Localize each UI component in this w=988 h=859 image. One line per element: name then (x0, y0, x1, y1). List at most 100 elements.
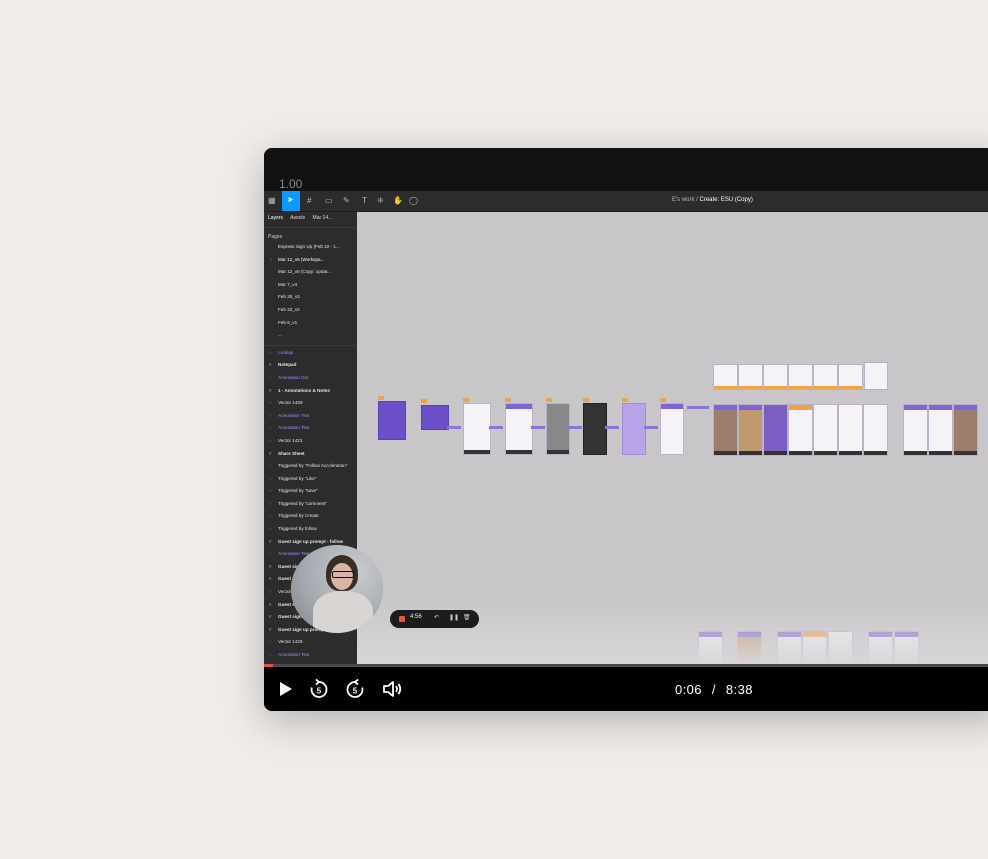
frame-thumbnail (738, 364, 763, 390)
volume-icon[interactable] (381, 678, 403, 700)
page-item[interactable]: Express Sign Up (Feb 22 - 1... (264, 242, 357, 255)
frame-thumbnail (463, 403, 491, 455)
page-item[interactable]: ... (264, 330, 357, 343)
layer-item-label: Guest sign up prompt - follow (278, 538, 344, 544)
pages-list: Express Sign Up (Feb 22 - 1... ✓ Mar 12_v5… (264, 242, 357, 343)
frame-thumbnail (864, 362, 888, 390)
stop-recording-icon[interactable] (399, 616, 405, 622)
time-separator: / (711, 682, 716, 697)
layer-type-icon: # (269, 563, 272, 569)
layer-type-icon: # (269, 614, 272, 620)
layer-item-label: Triggered by "comment" (278, 500, 328, 506)
layer-item[interactable]: ○ Triggered by Create (264, 511, 357, 524)
layer-item-label: Triggered by Create (278, 513, 319, 519)
team-name: E's work (672, 197, 695, 203)
layer-item-label: Annotation Text (278, 425, 310, 431)
flow-connector (447, 426, 461, 429)
recording-controls[interactable]: 4:56 ↶ ❚❚ 🗑 (390, 610, 479, 628)
layer-item-label: Triggered by follow (278, 526, 317, 532)
layer-item[interactable]: ○ Vector 1421 (264, 436, 357, 449)
page-item[interactable]: ✓ Mar 12_v5 (Workspa... (264, 255, 357, 268)
layer-item-label: Vector 1421 (278, 437, 303, 443)
pause-icon[interactable]: ❚❚ (449, 614, 459, 621)
page-item[interactable]: Mar 12_v5 (Copy: updat... (264, 267, 357, 280)
canvas-fade (357, 596, 988, 666)
frame-thumbnail (763, 364, 788, 390)
hand-tool-icon: ✋ (393, 196, 403, 205)
play-icon[interactable] (274, 678, 296, 700)
frame-thumbnail (421, 405, 449, 430)
playback-speed: 1.00 (279, 177, 303, 191)
page-item-label: Feb 22_v2 (278, 306, 300, 312)
layer-item[interactable]: ○ Annotation Text (264, 411, 357, 424)
layer-item-label: Annotation Dot (278, 374, 309, 380)
frame-thumbnail (863, 404, 888, 456)
frame-thumbnail (622, 403, 646, 455)
webcam-bubble[interactable] (291, 545, 383, 633)
sidebar-tabs: Layers Assets Mar 14... (264, 212, 357, 228)
frame-thumbnail (660, 403, 684, 455)
restart-icon[interactable]: ↶ (434, 614, 439, 621)
layer-type-icon: ○ (269, 374, 272, 380)
file-name: Create: ESU (Copy) (699, 197, 753, 203)
layer-item-label: Notepad (278, 362, 297, 368)
layer-item[interactable]: ○ Triggered by "Follow Acccleration" (264, 461, 357, 474)
layer-type-icon: ○ (269, 463, 272, 469)
page-item[interactable]: Feb 6_v1 (264, 318, 357, 331)
layer-item[interactable]: ○ Vector 1429 (264, 398, 357, 411)
layer-item[interactable]: ○ Annotation Text (264, 423, 357, 436)
layer-item[interactable]: ○ Triggered by "save" (264, 486, 357, 499)
page-item[interactable]: Mar 7_v4 (264, 280, 357, 293)
layer-type-icon: # (269, 450, 272, 456)
layer-item[interactable]: ○ Triggered by "Like" (264, 474, 357, 487)
rewind-5-icon[interactable]: 5 (308, 678, 330, 700)
trash-icon[interactable]: 🗑 (463, 614, 471, 621)
frame-thumbnail (813, 364, 838, 390)
layer-type-icon: ○ (269, 526, 272, 532)
svg-text:5: 5 (353, 687, 358, 696)
status-badge (622, 398, 628, 402)
frame-thumbnail (713, 364, 738, 390)
video-player[interactable]: 1.00 ▦ ➤ # ▭ ✎ T ⁜ ✋ ◯ E's work / Create… (264, 148, 988, 711)
layer-type-icon: ○ (269, 412, 272, 418)
comment-tool-icon: ◯ (409, 196, 418, 205)
layer-type-icon: # (269, 362, 272, 368)
svg-text:5: 5 (317, 687, 322, 696)
page-item[interactable]: Feb 22_v2 (264, 305, 357, 318)
layer-item[interactable]: # Notepad (264, 360, 357, 373)
frame-thumbnail (903, 404, 928, 456)
layer-type-icon: ○ (269, 551, 272, 557)
page-item[interactable]: Feb 28_v3 (264, 292, 357, 305)
layer-type-icon: ○ (269, 589, 272, 595)
layer-item[interactable]: ○ Annotation Dot (264, 373, 357, 386)
frame-thumbnail (763, 404, 788, 456)
layer-type-icon: ○ (269, 425, 272, 431)
tab-page: Mar 14... (312, 215, 333, 221)
layer-item[interactable]: ○ Lookup (264, 348, 357, 361)
layer-type-icon: ○ (269, 639, 272, 645)
layer-item[interactable]: ○ Vector 1426 (264, 637, 357, 650)
layer-item-label: Vector 1426 (278, 639, 303, 645)
flow-connector (531, 426, 545, 429)
layer-item[interactable]: #1 - Annotations & Notes (264, 386, 357, 399)
frame-thumbnail (505, 403, 533, 455)
frame-thumbnail (813, 404, 838, 456)
layer-item[interactable]: # Share Sheet (264, 449, 357, 462)
breadcrumb-separator: / (696, 197, 698, 203)
layer-item-label: Vector 1429 (278, 400, 303, 406)
layer-type-icon: # (269, 576, 272, 582)
tab-layers: Layers (268, 215, 284, 221)
layer-type-icon: ○ (269, 349, 272, 355)
current-time: 0:06 (675, 682, 702, 697)
video-frame[interactable]: 1.00 ▦ ➤ # ▭ ✎ T ⁜ ✋ ◯ E's work / Create… (264, 148, 988, 666)
page-item-label: Feb 28_v3 (278, 294, 300, 300)
frame-thumbnail (838, 364, 863, 390)
layer-item[interactable]: ○ Annotation Text (264, 650, 357, 663)
forward-5-icon[interactable]: 5 (344, 678, 366, 700)
page-item-label: Feb 6_v1 (278, 319, 298, 325)
layer-item[interactable]: ○ Triggered by follow (264, 524, 357, 537)
layer-item[interactable]: ○ Triggered by "comment" (264, 499, 357, 512)
player-controls: 5 5 0:06 / 8:38 (264, 667, 988, 711)
layer-type-icon: ○ (269, 437, 272, 443)
status-badge (583, 398, 589, 402)
